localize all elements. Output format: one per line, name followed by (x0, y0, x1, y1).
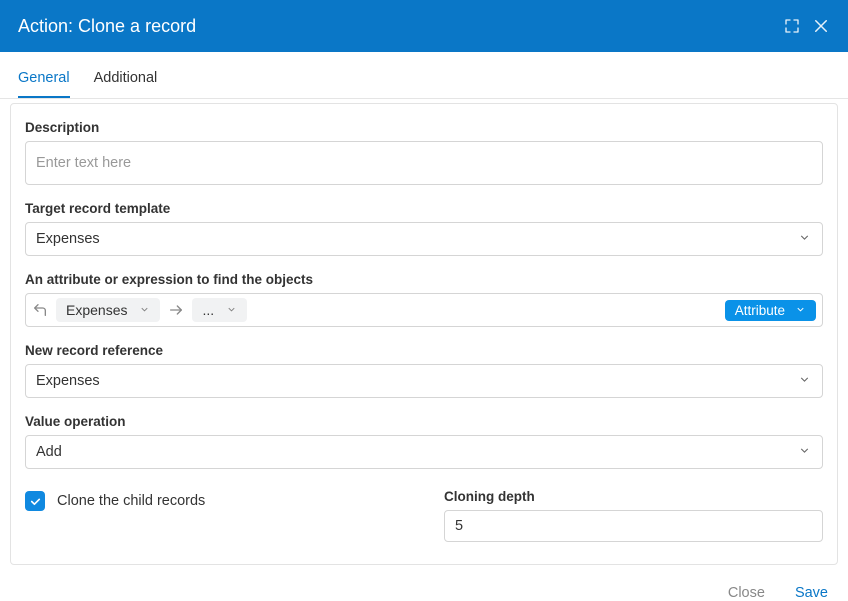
expression-path: Expenses ... (32, 298, 719, 322)
label-new-reference: New record reference (25, 343, 823, 358)
header-icon-group (784, 17, 830, 35)
save-button[interactable]: Save (795, 585, 828, 601)
label-find-expression: An attribute or expression to find the o… (25, 272, 823, 287)
tab-bar: General Additional (0, 58, 848, 99)
expand-icon[interactable] (784, 18, 800, 34)
new-reference-value: Expenses (25, 364, 823, 398)
attribute-toggle-button[interactable]: Attribute (725, 300, 816, 321)
value-operation-value: Add (25, 435, 823, 469)
clone-children-label: Clone the child records (57, 493, 205, 509)
label-target-template: Target record template (25, 201, 823, 216)
expression-add-chip[interactable]: ... (192, 298, 247, 322)
cloning-depth-input[interactable] (444, 510, 823, 542)
form-panel: Description Target record template Expen… (10, 103, 838, 565)
dialog-title: Action: Clone a record (18, 16, 784, 37)
label-cloning-depth: Cloning depth (444, 489, 823, 504)
description-input[interactable] (25, 141, 823, 185)
label-value-operation: Value operation (25, 414, 823, 429)
expression-chip[interactable]: Expenses (56, 298, 160, 322)
arrow-right-icon (168, 302, 184, 318)
clone-children-col: Clone the child records (25, 489, 404, 511)
chevron-down-icon (139, 302, 150, 318)
expression-chip-text: Expenses (66, 302, 127, 318)
clone-children-checkbox-row[interactable]: Clone the child records (25, 489, 404, 511)
new-reference-select[interactable]: Expenses (25, 364, 823, 398)
expression-builder: Expenses ... (25, 293, 823, 327)
dialog-header: Action: Clone a record (0, 0, 848, 52)
tab-additional[interactable]: Additional (94, 58, 158, 98)
label-description: Description (25, 120, 823, 135)
dialog-footer: Close Save (0, 565, 848, 601)
chevron-down-icon (226, 302, 237, 318)
chevron-down-icon (795, 303, 806, 318)
target-template-select[interactable]: Expenses (25, 222, 823, 256)
attribute-badge-label: Attribute (735, 303, 785, 318)
close-button[interactable]: Close (728, 585, 765, 601)
target-template-value: Expenses (25, 222, 823, 256)
path-start-icon (32, 302, 48, 318)
dialog-clone-record: Action: Clone a record General Additiona… (0, 0, 848, 601)
expression-ellipsis: ... (202, 302, 214, 318)
close-icon[interactable] (812, 17, 830, 35)
bottom-row: Clone the child records Cloning depth (25, 489, 823, 542)
cloning-depth-col: Cloning depth (444, 489, 823, 542)
value-operation-select[interactable]: Add (25, 435, 823, 469)
tab-general[interactable]: General (18, 58, 70, 98)
clone-children-checkbox[interactable] (25, 491, 45, 511)
